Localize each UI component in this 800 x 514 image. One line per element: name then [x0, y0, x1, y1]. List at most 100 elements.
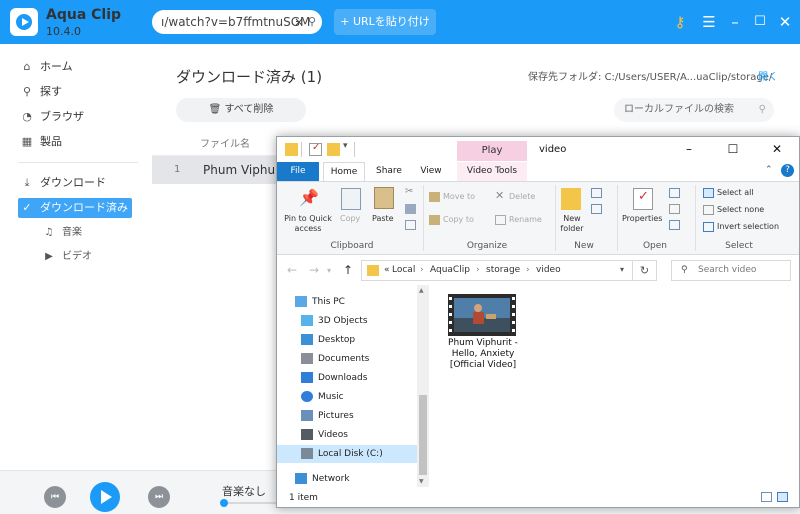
url-clear-icon[interactable]: × [294, 10, 308, 34]
column-header-filename: ファイル名 [200, 139, 250, 150]
tab-view[interactable]: View [413, 162, 449, 181]
minimize-icon[interactable]: – [667, 137, 711, 162]
group-organize: Organize [466, 241, 508, 251]
forward-arrow-icon[interactable]: → [309, 263, 319, 277]
sidebar-item-home[interactable]: ⌂ ホーム [18, 57, 148, 77]
progress-track[interactable] [222, 502, 282, 504]
invert-selection-button[interactable]: Invert selection [717, 222, 779, 231]
open-folder-link[interactable]: 開く [758, 68, 778, 83]
properties-button[interactable]: Properties [622, 214, 662, 223]
rename-button[interactable]: Rename [509, 215, 542, 224]
copy-to-button[interactable]: Copy to [443, 215, 474, 224]
sidebar-item-label: ホーム [40, 60, 73, 73]
scroll-up-icon[interactable]: ▲ [419, 287, 424, 294]
next-track-icon[interactable]: ⏭ [148, 486, 170, 508]
sidebar-item-video[interactable]: ▶ ビデオ [40, 247, 170, 267]
nav-item-network[interactable]: Network [277, 470, 417, 488]
details-view-icon[interactable] [761, 492, 772, 502]
sidebar-item-browser[interactable]: ◔ ブラウザ [18, 107, 148, 127]
move-to-button[interactable]: Move to [443, 192, 475, 201]
tab-video-tools[interactable]: Video Tools [457, 162, 527, 181]
help-icon[interactable]: ? [781, 164, 794, 177]
copy-button[interactable]: Copy [340, 214, 360, 223]
properties-check-icon[interactable]: ✓ [309, 142, 322, 156]
large-icons-view-icon[interactable] [777, 492, 788, 502]
open-icon[interactable] [669, 188, 680, 198]
progress-thumb[interactable] [220, 499, 228, 507]
search-icon: ⚲ [22, 85, 32, 98]
paste-url-button[interactable]: + URLを貼り付け [334, 9, 436, 35]
cube-icon [301, 315, 313, 326]
download-icon: ⤓ [24, 176, 30, 189]
recent-dropdown-icon[interactable]: ▾ [327, 266, 331, 275]
breadcrumb-storage[interactable]: storage [486, 265, 520, 275]
nav-item-3d-objects[interactable]: 3D Objects [277, 312, 417, 330]
tab-home[interactable]: Home [323, 162, 365, 181]
nav-item-local-disk[interactable]: Local Disk (C:) [277, 445, 417, 463]
page-title: ダウンロード済み (1) [176, 66, 322, 87]
refresh-icon[interactable]: ↻ [633, 260, 657, 281]
search-icon: ⚲ [681, 265, 688, 275]
maximize-icon[interactable]: ☐ [749, 10, 771, 34]
sidebar-item-search[interactable]: ⚲ 探す [18, 82, 148, 102]
nav-item-pictures[interactable]: Pictures [277, 407, 417, 425]
paste-button[interactable]: Paste [372, 214, 394, 223]
maximize-icon[interactable]: ☐ [711, 137, 755, 162]
video-thumbnail[interactable] [448, 294, 516, 336]
properties-icon: ✓ [633, 188, 653, 210]
quick-access-dropdown-icon[interactable]: ▾ [343, 141, 348, 151]
delete-all-button[interactable]: 🗑 すべて削除 [176, 98, 306, 122]
paste-shortcut-icon[interactable] [405, 220, 416, 230]
history-icon[interactable] [669, 220, 680, 230]
delete-icon: ✕ [495, 189, 505, 202]
new-item-icon[interactable] [591, 188, 602, 198]
collapse-ribbon-icon[interactable]: ⌃ [765, 165, 773, 175]
close-icon[interactable]: ✕ [774, 10, 796, 34]
previous-track-icon[interactable]: ⏮ [44, 486, 66, 508]
play-icon [101, 490, 112, 504]
key-icon[interactable]: ⚷ [669, 10, 691, 34]
cut-icon[interactable]: ✂ [405, 186, 413, 197]
tab-share[interactable]: Share [371, 162, 407, 181]
nav-scrollbar-thumb[interactable] [419, 395, 427, 475]
nav-item-desktop[interactable]: Desktop [277, 331, 417, 349]
pin-to-quick-access-button[interactable]: Pin to Quick access [281, 214, 335, 234]
sidebar-item-music[interactable]: ♫ 音楽 [40, 223, 170, 243]
search-video-input[interactable]: ⚲ Search video [671, 260, 791, 281]
pc-icon [295, 296, 307, 307]
address-dropdown-icon[interactable]: ▾ [620, 265, 624, 274]
up-arrow-icon[interactable]: ↑ [343, 263, 353, 277]
delete-button[interactable]: Delete [509, 192, 535, 201]
breadcrumb-video[interactable]: video [536, 265, 561, 275]
local-file-search-input[interactable]: ローカルファイルの検索 ⚲ [614, 98, 774, 122]
nav-item-this-pc[interactable]: This PC [277, 293, 417, 311]
breadcrumb[interactable]: « Local › AquaClip › storage › video ▾ [361, 260, 633, 281]
minimize-icon[interactable]: – [724, 10, 746, 34]
menu-icon[interactable]: ☰ [698, 10, 720, 34]
sidebar-item-downloaded[interactable]: ✓ ダウンロード済み [18, 198, 132, 218]
scroll-down-icon[interactable]: ▼ [419, 478, 424, 485]
sidebar-item-download[interactable]: ⤓ ダウンロード [18, 173, 148, 193]
nav-item-documents[interactable]: Documents [277, 350, 417, 368]
select-none-button[interactable]: Select none [717, 205, 764, 214]
sidebar-item-products[interactable]: ▦ 製品 [18, 132, 148, 152]
nav-item-music[interactable]: Music [277, 388, 417, 406]
nav-item-downloads[interactable]: Downloads [277, 369, 417, 387]
play-context-tab[interactable]: Play [457, 141, 527, 161]
file-item-label[interactable]: Phum Viphurit - Hello, Anxiety [Official… [443, 338, 523, 371]
group-clipboard: Clipboard [330, 241, 374, 251]
breadcrumb-local[interactable]: Local [392, 265, 415, 275]
new-folder-button[interactable]: New folder [557, 214, 587, 234]
close-icon[interactable]: ✕ [755, 137, 799, 162]
select-all-button[interactable]: Select all [717, 188, 754, 197]
easy-access-icon[interactable] [591, 204, 602, 214]
new-folder-icon[interactable] [327, 143, 340, 156]
nav-item-videos[interactable]: Videos [277, 426, 417, 444]
tab-file[interactable]: File [277, 162, 319, 181]
edit-icon[interactable] [669, 204, 680, 214]
copy-path-icon[interactable] [405, 204, 416, 214]
url-search-icon[interactable]: ⚲ [308, 10, 322, 34]
back-arrow-icon[interactable]: ← [287, 263, 297, 277]
save-folder-label: 保存先フォルダ: [528, 72, 602, 83]
breadcrumb-aquaclip[interactable]: AquaClip [430, 265, 470, 275]
